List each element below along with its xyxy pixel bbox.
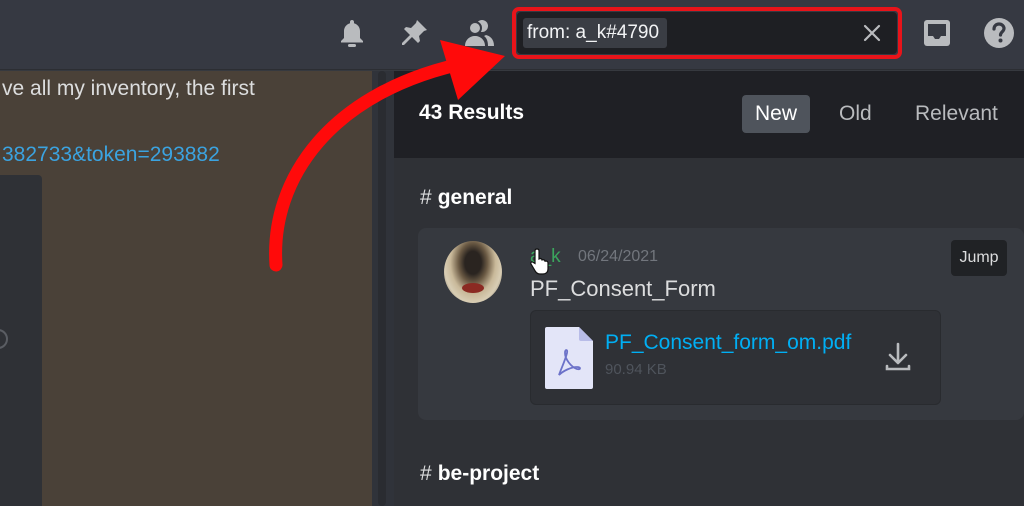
result-channel-general[interactable]: # general xyxy=(420,186,512,210)
message-text: PF_Consent_Form xyxy=(530,276,716,301)
clear-search-button[interactable] xyxy=(859,20,885,46)
chat-scrollbar[interactable] xyxy=(372,71,394,506)
download-icon xyxy=(885,342,911,371)
channel-header: from: a_k#4790 xyxy=(0,0,1024,70)
pinned-messages-button[interactable] xyxy=(397,16,431,50)
chat-messages-area: ve all my inventory, the first 382733&to… xyxy=(0,71,372,506)
pin-icon xyxy=(402,20,427,45)
chat-message-text: ve all my inventory, the first xyxy=(2,77,255,100)
channel-hash-icon: # xyxy=(420,462,432,485)
search-input[interactable]: from: a_k#4790 xyxy=(517,12,897,54)
notification-bell-button[interactable] xyxy=(335,16,369,50)
download-button[interactable] xyxy=(883,339,913,375)
search-results-header: 43 Results New Old Relevant xyxy=(394,71,1024,158)
channel-label: general xyxy=(437,186,513,209)
inbox-button[interactable] xyxy=(920,16,954,50)
search-result-message[interactable]: a_k 06/24/2021 Jump PF_Consent_Form PF_C… xyxy=(418,228,1024,420)
scrollbar-track[interactable] xyxy=(378,71,386,506)
channel-label: be-project xyxy=(437,462,540,485)
sort-tab-old[interactable]: Old xyxy=(826,95,885,133)
sort-tab-relevant[interactable]: Relevant xyxy=(902,95,1011,133)
embed-circle-icon xyxy=(0,329,8,349)
message-embed xyxy=(0,175,42,506)
help-icon xyxy=(984,18,1014,48)
inbox-icon xyxy=(924,20,950,46)
members-icon xyxy=(465,20,494,46)
result-channel-be-project[interactable]: # be-project xyxy=(420,462,539,486)
member-list-button[interactable] xyxy=(463,16,497,50)
message-timestamp: 06/24/2021 xyxy=(578,248,659,265)
app-window: from: a_k#4790 ve all my inventory, the … xyxy=(0,0,1024,506)
jump-button[interactable]: Jump xyxy=(951,240,1007,276)
sort-tab-new[interactable]: New xyxy=(742,95,811,133)
avatar[interactable] xyxy=(444,241,502,303)
file-attachment: PF_Consent_form_om.pdf 90.94 KB xyxy=(530,310,941,405)
search-filter-token[interactable]: from: a_k#4790 xyxy=(523,18,668,48)
chat-message-link[interactable]: 382733&token=293882 xyxy=(2,143,220,167)
help-button[interactable] xyxy=(982,16,1016,50)
bell-icon xyxy=(341,20,363,47)
close-icon xyxy=(863,24,881,42)
search-results-panel: 43 Results New Old Relevant # general a_k… xyxy=(394,71,1024,506)
results-count: 43 Results xyxy=(419,101,525,124)
message-author[interactable]: a_k xyxy=(530,246,561,268)
attachment-filename[interactable]: PF_Consent_form_om.pdf xyxy=(605,331,851,355)
channel-hash-icon: # xyxy=(420,186,432,209)
pdf-file-icon xyxy=(545,327,593,389)
attachment-size: 90.94 KB xyxy=(605,361,667,378)
